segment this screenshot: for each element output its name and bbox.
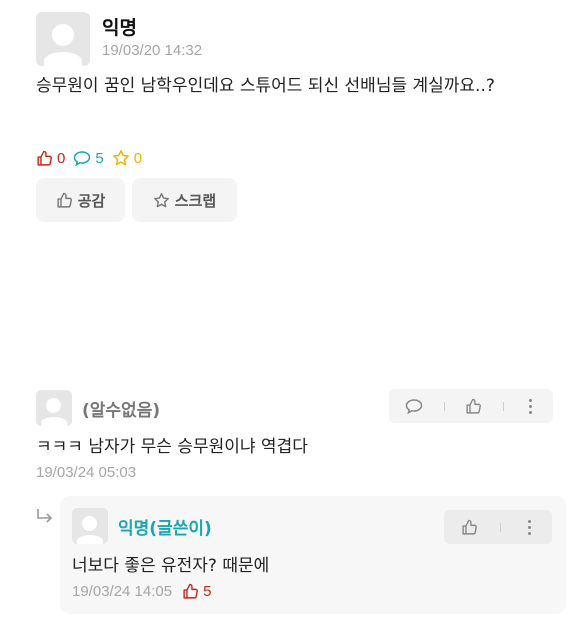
like-count-stat: 0 bbox=[36, 150, 65, 167]
speech-bubble-icon[interactable] bbox=[405, 398, 423, 414]
reply-actions bbox=[444, 510, 552, 544]
post-author-name: 익명 bbox=[102, 17, 137, 39]
thumb-up-icon bbox=[183, 583, 199, 599]
comment-author-avatar bbox=[36, 390, 72, 426]
reply-author-avatar bbox=[72, 508, 108, 544]
avatar-head bbox=[82, 516, 97, 531]
post-content: 승무원이 꿈인 남학우인데요 스튜어드 되신 선배님들 계실까요..? bbox=[36, 76, 495, 96]
star-icon bbox=[112, 150, 129, 166]
reply-like-count: 5 bbox=[203, 583, 212, 600]
scrap-count: 0 bbox=[133, 149, 143, 167]
like-button[interactable]: 공감 bbox=[36, 178, 125, 222]
comment-count-stat: 5 bbox=[73, 149, 104, 167]
reply-text: 너보다 좋은 유전자? 때문에 bbox=[72, 556, 270, 576]
reply-like-stat: 5 bbox=[182, 583, 211, 600]
kebab-menu-icon[interactable] bbox=[525, 396, 537, 416]
avatar-head bbox=[46, 398, 61, 413]
thumb-up-icon[interactable] bbox=[461, 519, 478, 536]
post-stats: 0 5 0 bbox=[36, 148, 150, 168]
thumb-up-icon[interactable] bbox=[465, 398, 482, 415]
reply-arrow-icon bbox=[37, 509, 53, 523]
reply-date: 19/03/24 14:05 bbox=[72, 583, 173, 600]
scrap-count-stat: 0 bbox=[112, 149, 142, 167]
star-icon bbox=[153, 192, 169, 207]
comment-text: ㅋㅋㅋ 남자가 무슨 승무원이냐 역겹다 bbox=[36, 437, 308, 457]
post-author-avatar bbox=[36, 12, 90, 66]
divider bbox=[443, 401, 445, 411]
comment-date: 19/03/24 05:03 bbox=[36, 464, 137, 481]
comment-author-name: (알수없음) bbox=[82, 401, 161, 421]
avatar-body bbox=[44, 52, 82, 66]
divider bbox=[503, 401, 505, 411]
speech-bubble-icon bbox=[74, 151, 91, 166]
avatar-body bbox=[41, 417, 67, 426]
reply-meta: 19/03/24 14:05 5 bbox=[72, 583, 211, 600]
thumb-up-icon bbox=[37, 150, 52, 166]
thumb-up-icon bbox=[57, 192, 72, 208]
post-date: 19/03/20 14:32 bbox=[102, 42, 203, 59]
kebab-menu-icon[interactable] bbox=[523, 517, 535, 537]
reply-card: 익명(글쓴이) 너보다 좋은 유전자? 때문에 19/03/24 14:05 5 bbox=[60, 496, 566, 614]
avatar-head bbox=[52, 24, 74, 46]
like-count: 0 bbox=[57, 149, 66, 167]
reply-author-name: 익명(글쓴이) bbox=[118, 519, 212, 539]
divider bbox=[500, 522, 501, 532]
avatar-body bbox=[77, 535, 103, 544]
scrap-button-label: 스크랩 bbox=[174, 191, 217, 210]
like-button-label: 공감 bbox=[77, 191, 106, 210]
comment-count: 5 bbox=[95, 149, 104, 167]
scrap-button[interactable]: 스크랩 bbox=[132, 178, 237, 222]
comment-actions bbox=[389, 389, 553, 423]
